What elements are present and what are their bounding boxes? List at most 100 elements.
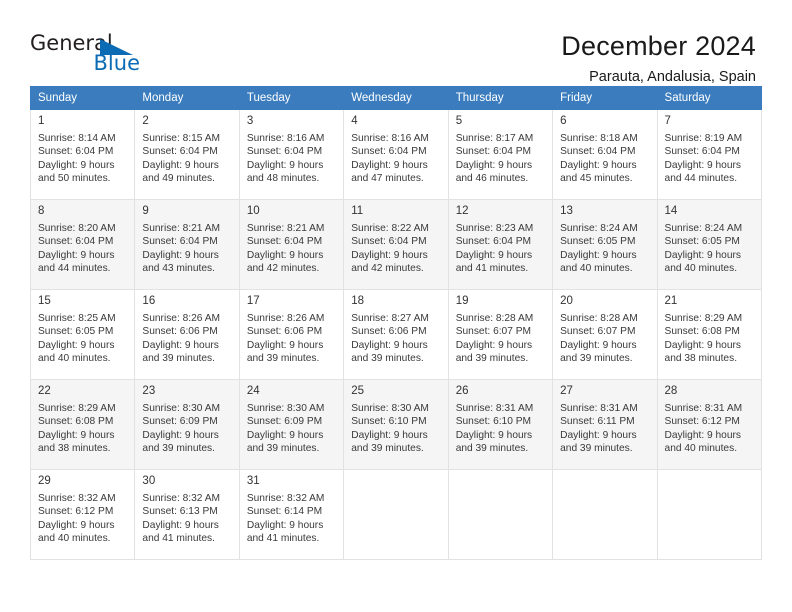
day-number: 18 bbox=[351, 295, 365, 307]
day-cell-content: 11 Sunrise: 8:22 AM Sunset: 6:04 PM Dayli… bbox=[344, 200, 447, 276]
day-sun-details: Sunrise: 8:18 AM Sunset: 6:04 PM Dayligh… bbox=[560, 133, 638, 185]
day-cell-content: 15 Sunrise: 8:25 AM Sunset: 6:05 PM Dayli… bbox=[31, 290, 134, 366]
calendar-header-row: Sunday Monday Tuesday Wednesday Thursday Frid… bbox=[29, 86, 763, 110]
day-number: 7 bbox=[664, 115, 671, 127]
day-number: 24 bbox=[246, 385, 260, 397]
day-sun-details: Sunrise: 8:15 AM Sunset: 6:04 PM Dayligh… bbox=[142, 133, 221, 185]
calendar-day-cell[interactable]: 23 Sunrise: 8:30 AM Sunset: 6:09 PM Dayli… bbox=[134, 379, 240, 470]
day-number: 28 bbox=[664, 385, 678, 397]
weekday-header: Sunday Monday Tuesday Wednesday Thursday Frid… bbox=[29, 86, 763, 110]
day-cell-content: 29 Sunrise: 8:32 AM Sunset: 6:12 PM Dayli… bbox=[31, 470, 134, 546]
weekday-header-tuesday: Tuesday bbox=[238, 86, 345, 110]
calendar-day-cell[interactable]: 12 Sunrise: 8:23 AM Sunset: 6:04 PM Dayli… bbox=[447, 199, 554, 290]
day-number: 10 bbox=[246, 205, 260, 217]
day-number: 1 bbox=[38, 115, 45, 127]
calendar-day-cell[interactable]: 5 Sunrise: 8:17 AM Sunset: 6:04 PM Daylig… bbox=[447, 109, 554, 200]
day-sun-details: Sunrise: 8:25 AM Sunset: 6:05 PM Dayligh… bbox=[38, 313, 116, 365]
calendar-day-cell[interactable]: 3 Sunrise: 8:16 AM Sunset: 6:04 PM Daylig… bbox=[238, 109, 345, 200]
day-cell-content: 30 Sunrise: 8:32 AM Sunset: 6:13 PM Dayli… bbox=[135, 470, 238, 546]
day-sun-details: Sunrise: 8:20 AM Sunset: 6:04 PM Dayligh… bbox=[38, 223, 116, 275]
day-sun-details: Sunrise: 8:16 AM Sunset: 6:04 PM Dayligh… bbox=[351, 133, 429, 185]
day-cell-content: 6 Sunrise: 8:18 AM Sunset: 6:04 PM Daylig… bbox=[553, 110, 656, 186]
day-sun-details: Sunrise: 8:21 AM Sunset: 6:04 PM Dayligh… bbox=[142, 223, 221, 275]
day-number: 29 bbox=[38, 475, 51, 487]
calendar-week-row: 8 Sunrise: 8:20 AM Sunset: 6:04 PM Daylig… bbox=[29, 199, 763, 290]
day-cell-content: 19 Sunrise: 8:28 AM Sunset: 6:07 PM Dayli… bbox=[449, 290, 552, 366]
calendar-day-cell[interactable]: 20 Sunrise: 8:28 AM Sunset: 6:07 PM Dayli… bbox=[552, 289, 658, 380]
day-number: 15 bbox=[38, 295, 51, 307]
calendar-day-cell[interactable]: 8 Sunrise: 8:20 AM Sunset: 6:04 PM Daylig… bbox=[29, 199, 136, 290]
page-title: December 2024 bbox=[561, 31, 756, 61]
day-sun-details: Sunrise: 8:32 AM Sunset: 6:13 PM Dayligh… bbox=[142, 493, 221, 545]
logo-triangle-icon bbox=[100, 39, 133, 55]
calendar-day-cell[interactable]: 4 Sunrise: 8:16 AM Sunset: 6:04 PM Daylig… bbox=[343, 109, 449, 200]
calendar-day-cell[interactable]: 25 Sunrise: 8:30 AM Sunset: 6:10 PM Dayli… bbox=[343, 379, 449, 470]
day-number: 6 bbox=[560, 115, 567, 127]
calendar-day-cell[interactable]: 28 Sunrise: 8:31 AM Sunset: 6:12 PM Dayli… bbox=[656, 379, 763, 470]
calendar-cell-empty bbox=[343, 469, 449, 560]
day-sun-details: Sunrise: 8:27 AM Sunset: 6:06 PM Dayligh… bbox=[351, 313, 429, 365]
day-cell-content: 12 Sunrise: 8:23 AM Sunset: 6:04 PM Dayli… bbox=[449, 200, 552, 276]
weekday-header-thursday: Thursday bbox=[447, 86, 554, 110]
day-sun-details: Sunrise: 8:32 AM Sunset: 6:14 PM Dayligh… bbox=[246, 493, 325, 545]
calendar-day-cell[interactable]: 26 Sunrise: 8:31 AM Sunset: 6:10 PM Dayli… bbox=[447, 379, 554, 470]
calendar-day-cell[interactable]: 2 Sunrise: 8:15 AM Sunset: 6:04 PM Daylig… bbox=[134, 109, 240, 200]
calendar-day-cell[interactable]: 13 Sunrise: 8:24 AM Sunset: 6:05 PM Dayli… bbox=[552, 199, 658, 290]
day-cell-content: 10 Sunrise: 8:21 AM Sunset: 6:04 PM Dayli… bbox=[240, 200, 343, 276]
calendar-day-cell[interactable]: 21 Sunrise: 8:29 AM Sunset: 6:08 PM Dayli… bbox=[656, 289, 763, 380]
day-sun-details: Sunrise: 8:30 AM Sunset: 6:09 PM Dayligh… bbox=[246, 403, 325, 455]
day-sun-details: Sunrise: 8:19 AM Sunset: 6:04 PM Dayligh… bbox=[664, 133, 743, 185]
calendar-day-cell[interactable]: 18 Sunrise: 8:27 AM Sunset: 6:06 PM Dayli… bbox=[343, 289, 449, 380]
day-cell-content: 13 Sunrise: 8:24 AM Sunset: 6:05 PM Dayli… bbox=[553, 200, 656, 276]
calendar-day-cell[interactable]: 9 Sunrise: 8:21 AM Sunset: 6:04 PM Daylig… bbox=[134, 199, 240, 290]
day-sun-details: Sunrise: 8:31 AM Sunset: 6:11 PM Dayligh… bbox=[560, 403, 638, 455]
day-cell-content: 27 Sunrise: 8:31 AM Sunset: 6:11 PM Dayli… bbox=[553, 380, 656, 456]
day-sun-details: Sunrise: 8:28 AM Sunset: 6:07 PM Dayligh… bbox=[455, 313, 534, 365]
day-sun-details: Sunrise: 8:23 AM Sunset: 6:04 PM Dayligh… bbox=[455, 223, 534, 275]
day-sun-details: Sunrise: 8:32 AM Sunset: 6:12 PM Dayligh… bbox=[38, 493, 116, 545]
weekday-header-saturday: Saturday bbox=[656, 86, 763, 110]
day-number: 27 bbox=[560, 385, 573, 397]
calendar-day-cell[interactable]: 17 Sunrise: 8:26 AM Sunset: 6:06 PM Dayli… bbox=[238, 289, 345, 380]
calendar-day-cell[interactable]: 6 Sunrise: 8:18 AM Sunset: 6:04 PM Daylig… bbox=[552, 109, 658, 200]
day-cell-content: 4 Sunrise: 8:16 AM Sunset: 6:04 PM Daylig… bbox=[344, 110, 447, 186]
calendar-cell-empty bbox=[447, 469, 554, 560]
day-number: 4 bbox=[351, 115, 358, 127]
day-cell-content: 1 Sunrise: 8:14 AM Sunset: 6:04 PM Daylig… bbox=[31, 110, 134, 186]
calendar-day-cell[interactable]: 19 Sunrise: 8:28 AM Sunset: 6:07 PM Dayli… bbox=[447, 289, 554, 380]
day-number: 2 bbox=[142, 115, 149, 127]
calendar-day-cell[interactable]: 11 Sunrise: 8:22 AM Sunset: 6:04 PM Dayli… bbox=[343, 199, 449, 290]
day-number: 14 bbox=[664, 205, 678, 217]
calendar-day-cell[interactable]: 30 Sunrise: 8:32 AM Sunset: 6:13 PM Dayli… bbox=[134, 469, 240, 560]
day-number: 17 bbox=[246, 295, 260, 307]
day-number: 31 bbox=[246, 475, 260, 487]
calendar-day-cell[interactable]: 16 Sunrise: 8:26 AM Sunset: 6:06 PM Dayli… bbox=[134, 289, 240, 380]
calendar-day-cell[interactable]: 24 Sunrise: 8:30 AM Sunset: 6:09 PM Dayli… bbox=[238, 379, 345, 470]
day-cell-content: 7 Sunrise: 8:19 AM Sunset: 6:04 PM Daylig… bbox=[658, 110, 761, 186]
weekday-header-wednesday: Wednesday bbox=[343, 86, 449, 110]
day-number: 20 bbox=[560, 295, 573, 307]
day-cell-content: 22 Sunrise: 8:29 AM Sunset: 6:08 PM Dayli… bbox=[31, 380, 134, 456]
day-sun-details: Sunrise: 8:24 AM Sunset: 6:05 PM Dayligh… bbox=[560, 223, 638, 275]
general-blue-logo[interactable]: General Blue bbox=[30, 30, 148, 82]
day-number: 21 bbox=[664, 295, 678, 307]
calendar-day-cell[interactable]: 14 Sunrise: 8:24 AM Sunset: 6:05 PM Dayli… bbox=[656, 199, 763, 290]
day-sun-details: Sunrise: 8:14 AM Sunset: 6:04 PM Dayligh… bbox=[38, 133, 116, 185]
calendar-day-cell[interactable]: 27 Sunrise: 8:31 AM Sunset: 6:11 PM Dayli… bbox=[552, 379, 658, 470]
calendar-day-cell[interactable]: 31 Sunrise: 8:32 AM Sunset: 6:14 PM Dayli… bbox=[238, 469, 345, 560]
calendar-day-cell[interactable]: 15 Sunrise: 8:25 AM Sunset: 6:05 PM Dayli… bbox=[29, 289, 136, 380]
day-number: 16 bbox=[142, 295, 156, 307]
calendar-week-row: 29 Sunrise: 8:32 AM Sunset: 6:12 PM Dayli… bbox=[29, 469, 763, 560]
calendar-day-cell[interactable]: 10 Sunrise: 8:21 AM Sunset: 6:04 PM Dayli… bbox=[238, 199, 345, 290]
day-number: 22 bbox=[38, 385, 51, 397]
calendar-day-cell[interactable]: 29 Sunrise: 8:32 AM Sunset: 6:12 PM Dayli… bbox=[29, 469, 136, 560]
calendar-week-row: 1 Sunrise: 8:14 AM Sunset: 6:04 PM Daylig… bbox=[29, 109, 763, 200]
day-cell-content: 16 Sunrise: 8:26 AM Sunset: 6:06 PM Dayli… bbox=[135, 290, 238, 366]
calendar-day-cell[interactable]: 7 Sunrise: 8:19 AM Sunset: 6:04 PM Daylig… bbox=[656, 109, 763, 200]
day-cell-content: 9 Sunrise: 8:21 AM Sunset: 6:04 PM Daylig… bbox=[135, 200, 238, 276]
day-number: 9 bbox=[142, 205, 149, 217]
calendar-day-cell[interactable]: 22 Sunrise: 8:29 AM Sunset: 6:08 PM Dayli… bbox=[29, 379, 136, 470]
day-cell-content: 3 Sunrise: 8:16 AM Sunset: 6:04 PM Daylig… bbox=[240, 110, 343, 186]
day-number: 23 bbox=[142, 385, 156, 397]
calendar-day-cell[interactable]: 1 Sunrise: 8:14 AM Sunset: 6:04 PM Daylig… bbox=[29, 109, 136, 200]
